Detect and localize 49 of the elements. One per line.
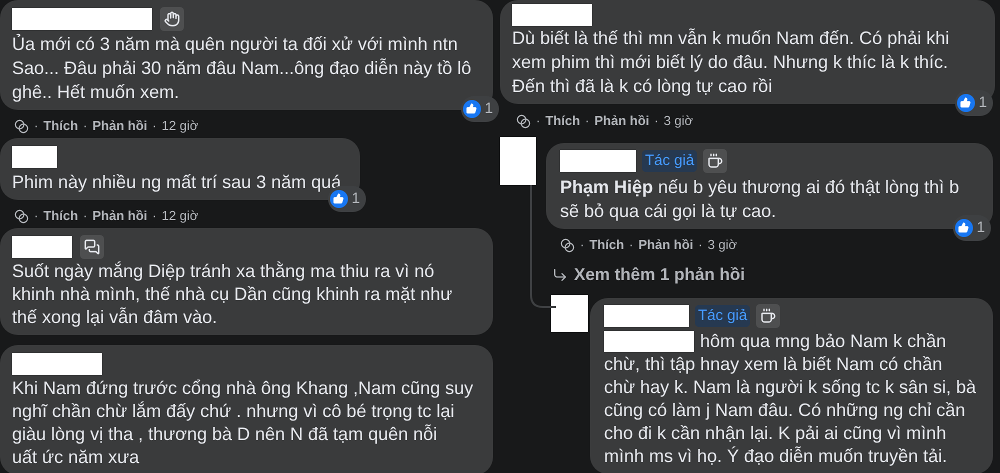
reaction-icon[interactable] bbox=[560, 238, 575, 252]
like-count[interactable]: 1 bbox=[954, 90, 993, 116]
more-replies-link[interactable]: Xem thêm 1 phản hồi bbox=[552, 263, 993, 287]
comment-text: Suốt ngày mắng Diệp tránh xa thằng ma thiu ra vì nó khinh nhà mình, thế nhà cụ Dần cũng khinh ra mặt như thế xong lại vẫn đâm vào. bbox=[12, 260, 454, 329]
like-count[interactable]: 1 bbox=[460, 96, 499, 122]
reaction-icon[interactable] bbox=[14, 118, 29, 134]
reply-link[interactable]: Phản hồi bbox=[594, 111, 650, 131]
reaction-icon[interactable] bbox=[516, 114, 531, 128]
separator: · bbox=[580, 236, 584, 254]
separator: · bbox=[629, 236, 634, 254]
reply-link[interactable]: Phản hồi bbox=[92, 116, 148, 136]
chat-bubbles-icon bbox=[80, 235, 104, 259]
like-link[interactable]: Thích bbox=[589, 235, 624, 255]
like-link[interactable]: Thích bbox=[43, 116, 78, 136]
coffee-cup-icon bbox=[703, 149, 728, 173]
timestamp[interactable]: 12 giờ bbox=[162, 206, 198, 226]
like-link[interactable]: Thích bbox=[545, 111, 580, 131]
reply-text: chừ, thì tập hnay xem là biết Nam có chần chừ hay k. Nam là người k sống tc k sân si, bà cũng có làm j Nam đâu. Có những ng chỉ cần cho đi k cần nhận lại. K pải ai cũng vì mình mình ms vì họ. Ý đạo diễn muốn truyền tải. bbox=[604, 353, 978, 468]
separator: · bbox=[152, 207, 157, 226]
reply-arrow-icon bbox=[552, 267, 568, 283]
redacted-name bbox=[12, 236, 72, 258]
reaction-icon[interactable] bbox=[14, 208, 29, 224]
reply-link[interactable]: Phản hồi bbox=[638, 235, 694, 255]
author-badge: Tác giả bbox=[695, 304, 750, 328]
like-count[interactable]: 1 bbox=[952, 214, 991, 241]
separator: · bbox=[152, 117, 157, 136]
author-badge: Tác giả bbox=[642, 150, 698, 172]
timestamp[interactable]: 12 giờ bbox=[162, 116, 198, 136]
timestamp[interactable]: 3 giờ bbox=[664, 111, 694, 131]
comment-text: Dù biết là thế thì mn vẫn k muốn Nam đến. Có phải khi xem phim thì mới biết lý do đâu. Nhưng k thíc là k thíc. Đến thì đã là k có lòng tự cao rồi bbox=[512, 27, 950, 98]
like-icon bbox=[956, 94, 975, 112]
wave-hand-icon bbox=[160, 7, 184, 31]
redacted-name bbox=[12, 146, 57, 168]
separator: · bbox=[83, 117, 88, 136]
separator: · bbox=[34, 207, 38, 226]
like-link[interactable]: Thích bbox=[43, 206, 78, 226]
comment-text: Khi Nam đứng trước cổng nhà ông Khang ,Nam cũng suy nghĩ chần chừ lắm đấy chứ . nhưng vì cô bé trọng tc lại giàu lòng vị tha , thương bà D nên N đã tạm quên nỗi uất ức năm xưa bbox=[12, 377, 474, 469]
like-icon bbox=[954, 218, 973, 237]
separator: · bbox=[698, 236, 703, 254]
separator: · bbox=[585, 112, 590, 130]
timestamp[interactable]: 3 giờ bbox=[708, 235, 738, 255]
separator: · bbox=[654, 112, 659, 130]
reply-link[interactable]: Phản hồi bbox=[92, 206, 148, 226]
separator: · bbox=[83, 207, 88, 226]
separator: · bbox=[536, 112, 540, 130]
coffee-cup-icon bbox=[756, 304, 780, 328]
like-icon bbox=[462, 100, 481, 118]
reply-text: hôm qua mng bảo Nam k chần bbox=[700, 330, 946, 353]
separator: · bbox=[34, 117, 38, 136]
